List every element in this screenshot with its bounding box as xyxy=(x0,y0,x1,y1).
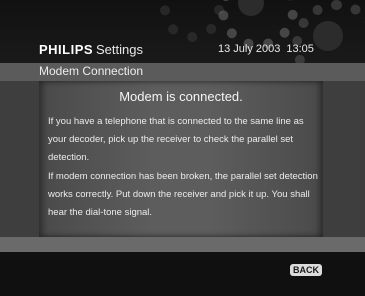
instruction-paragraph: If you have a telephone that is connecte… xyxy=(48,116,304,163)
title-bar: Modem Connection xyxy=(0,63,365,81)
back-button[interactable]: BACK xyxy=(290,264,322,276)
tv-settings-screen: PHILIPS Settings 13 July 2003 13:05 Modem… xyxy=(0,0,365,296)
page-title: Modem Connection xyxy=(39,64,144,78)
date-label: 13 July 2003 xyxy=(218,43,281,55)
section-title: Settings xyxy=(96,42,143,57)
gear-core xyxy=(313,21,343,51)
date-time: 13 July 2003 13:05 xyxy=(218,43,314,55)
status-heading: Modem is connected. xyxy=(119,89,243,104)
instruction-paragraph: If modem connection has been broken, the… xyxy=(48,171,318,218)
bottom-bar xyxy=(0,237,365,252)
brand-logo: PHILIPS xyxy=(39,42,94,57)
time-label: 13:05 xyxy=(286,43,314,55)
gears-icon xyxy=(160,0,224,42)
